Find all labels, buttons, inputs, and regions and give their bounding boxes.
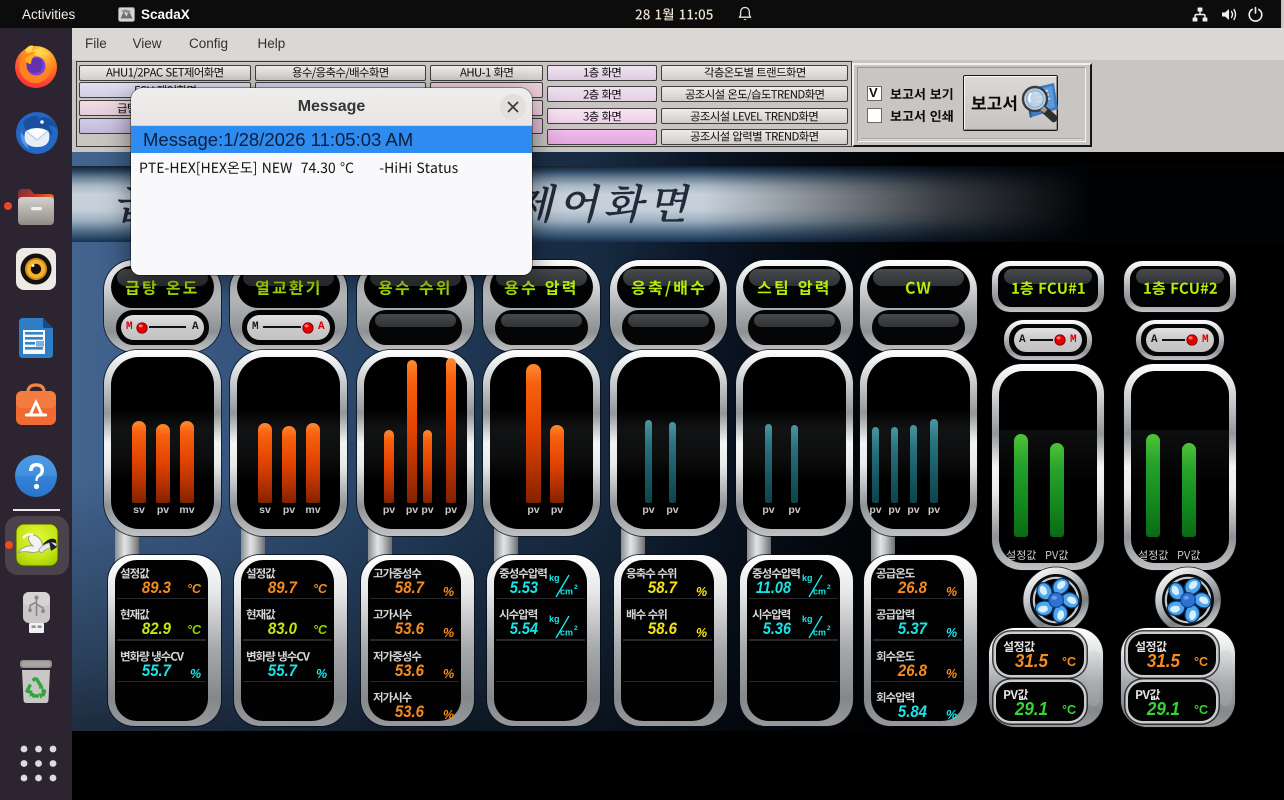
svg-text:2: 2 — [574, 625, 578, 632]
svg-text:kg: kg — [802, 573, 813, 583]
svg-text:2: 2 — [574, 584, 578, 591]
svg-text:2: 2 — [827, 625, 831, 632]
svg-text:kg: kg — [549, 573, 560, 583]
svg-text:kg: kg — [549, 614, 560, 624]
svg-text:2: 2 — [827, 584, 831, 591]
svg-text:kg: kg — [802, 614, 813, 624]
